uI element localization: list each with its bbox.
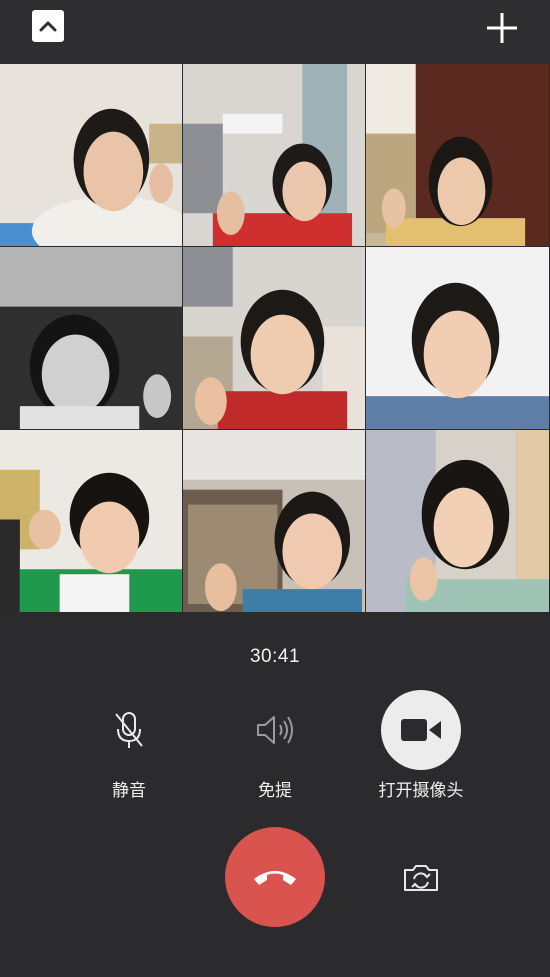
mute-control[interactable]: 静音 [69, 690, 189, 801]
microphone-off-icon [115, 712, 143, 748]
speaker-icon [257, 716, 293, 744]
participant-video-2[interactable] [183, 64, 366, 247]
mute-button[interactable] [89, 690, 169, 770]
collapse-button[interactable] [32, 10, 64, 42]
add-participant-button[interactable] [484, 10, 520, 46]
participant-video-8[interactable] [183, 430, 366, 613]
camera-control[interactable]: 打开摄像头 [361, 690, 481, 801]
participant-video-1[interactable] [0, 64, 183, 247]
camera-label: 打开摄像头 [378, 781, 464, 800]
switch-camera-icon [404, 865, 438, 891]
speaker-label: 免提 [258, 781, 292, 800]
participant-video-6[interactable] [366, 247, 550, 430]
mute-label: 静音 [112, 781, 146, 800]
participant-video-3[interactable] [366, 64, 550, 247]
video-camera-icon [401, 719, 441, 741]
camera-button[interactable] [381, 690, 461, 770]
top-bar [0, 0, 550, 64]
speaker-button[interactable] [235, 690, 315, 770]
plus-icon [487, 13, 517, 43]
participant-video-5[interactable] [183, 247, 366, 430]
video-grid [0, 64, 550, 613]
speaker-control[interactable]: 免提 [215, 690, 335, 801]
hang-up-button[interactable] [225, 827, 325, 927]
call-duration: 30:41 [249, 646, 301, 667]
switch-camera-button[interactable] [398, 858, 444, 898]
phone-hangup-icon [254, 871, 296, 885]
chevron-up-icon [39, 21, 57, 32]
participant-video-9[interactable] [366, 430, 550, 613]
participant-video-4[interactable] [0, 247, 183, 430]
participant-video-7[interactable] [0, 430, 183, 613]
